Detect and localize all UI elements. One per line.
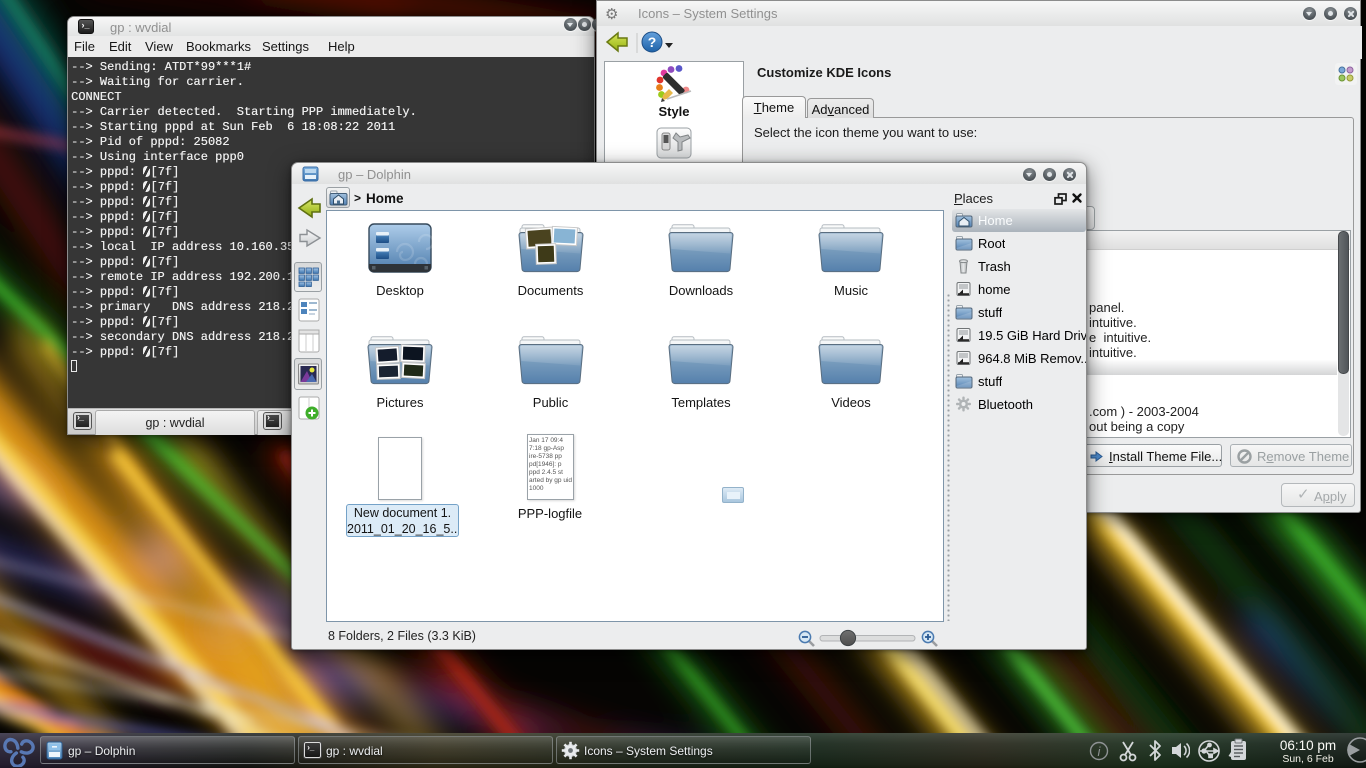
svg-text:?: ? bbox=[648, 34, 657, 50]
svg-text:i: i bbox=[1098, 744, 1102, 759]
